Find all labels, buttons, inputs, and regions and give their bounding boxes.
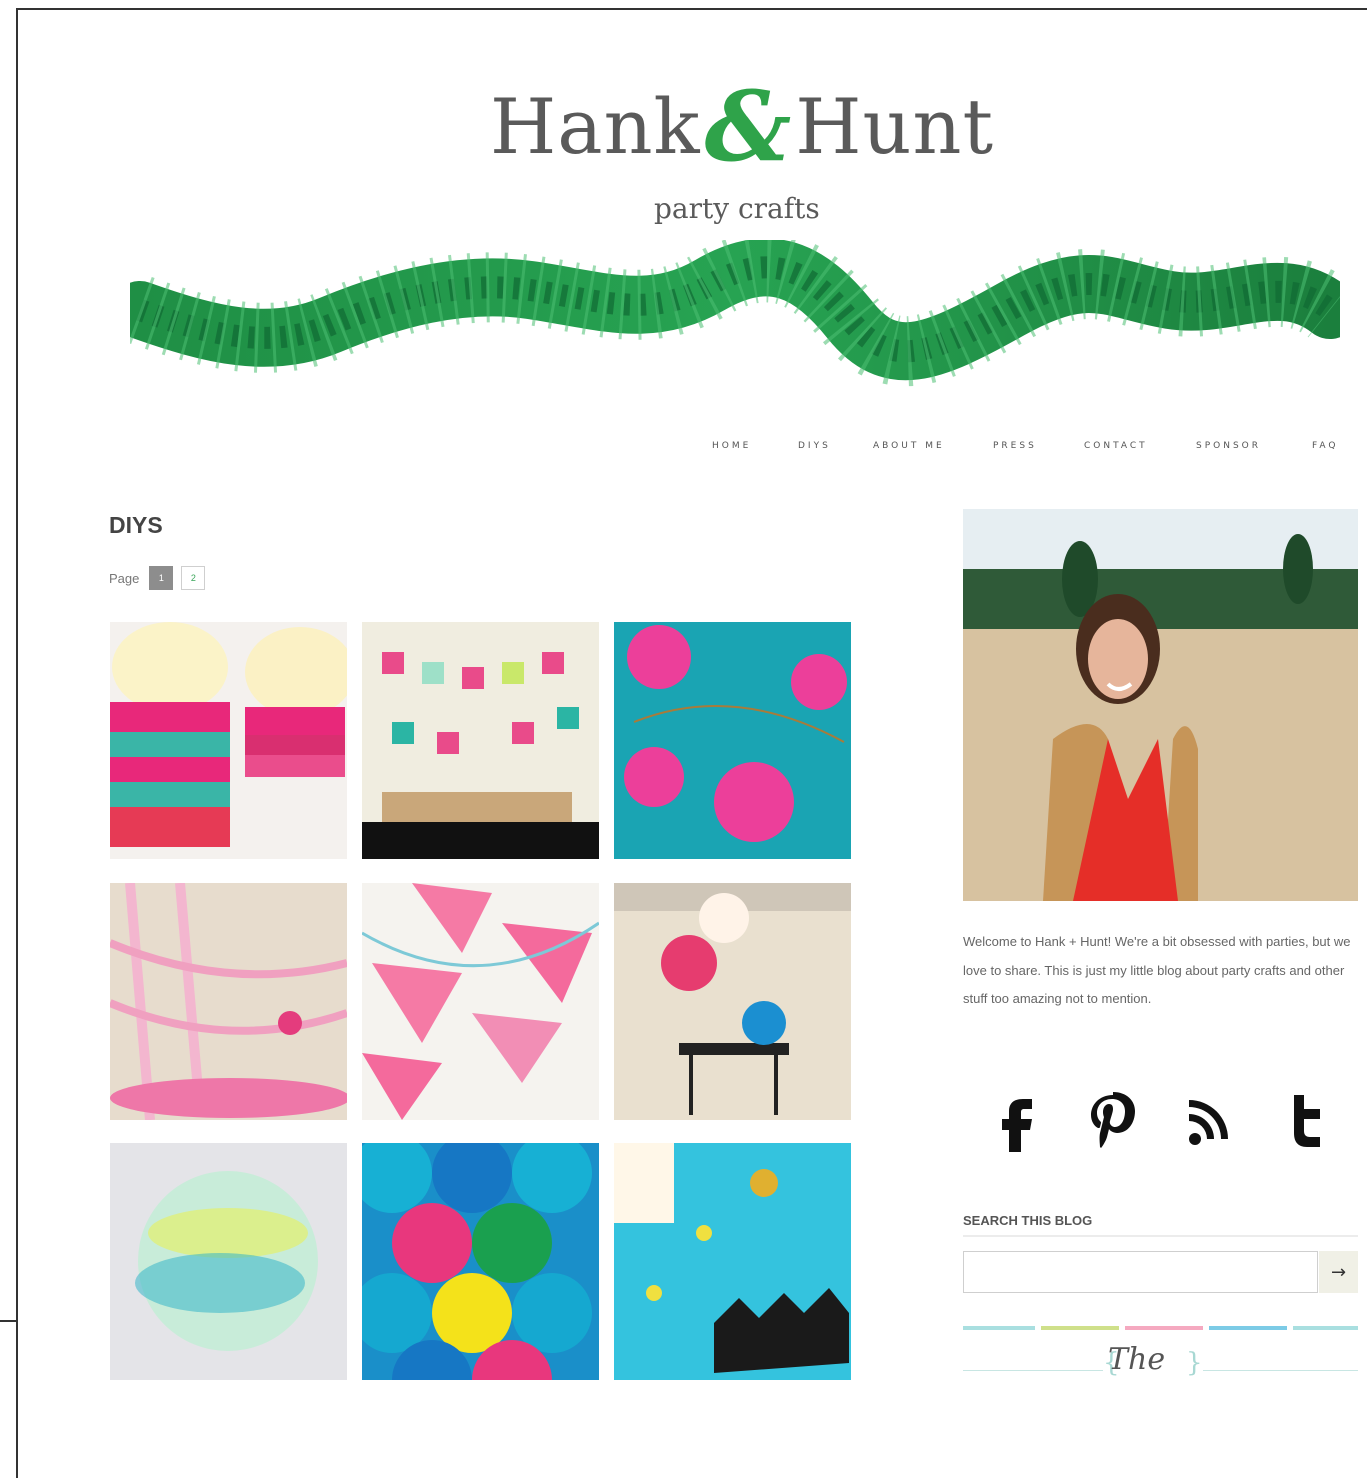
- nav-sponsor[interactable]: SPONSOR: [1196, 441, 1261, 451]
- search-divider: [963, 1235, 1358, 1237]
- logo-hunt: Hunt: [795, 82, 994, 171]
- tile-paper-flower-garland[interactable]: [614, 622, 851, 859]
- strip-segment: [1041, 1326, 1119, 1330]
- strip-segment: [1209, 1326, 1287, 1330]
- strip-segment: [963, 1326, 1035, 1330]
- badge-brace-right: }: [1186, 1348, 1203, 1378]
- page-title: DIYS: [109, 512, 163, 538]
- tile-balloon-party[interactable]: [614, 883, 851, 1120]
- pinterest-icon[interactable]: [1082, 1085, 1142, 1155]
- pager-page-1[interactable]: 1: [149, 566, 174, 590]
- nav-contact[interactable]: CONTACT: [1084, 441, 1148, 451]
- welcome-text: Welcome to Hank + Hunt! We're a bit obse…: [963, 934, 1351, 1006]
- header-garland-image: [111, 232, 1359, 390]
- badge-rule-left: [963, 1370, 1103, 1371]
- tile-paper-fan-wall[interactable]: [362, 1143, 599, 1380]
- tile-papel-picado-party[interactable]: [362, 622, 599, 859]
- tile-pink-streamer-decor[interactable]: [110, 883, 347, 1120]
- logo-ampersand: &: [704, 70, 792, 183]
- pager-page-2[interactable]: 2: [181, 566, 206, 590]
- tumblr-icon[interactable]: [1276, 1085, 1336, 1155]
- site-logo[interactable]: Hank & Hunt: [490, 70, 993, 183]
- pager-label: Page: [109, 570, 140, 586]
- tile-watercolor-lantern[interactable]: [110, 1143, 347, 1380]
- pagination: Page 1 2: [109, 566, 213, 590]
- tile-hunter-crown-party[interactable]: [614, 1143, 851, 1380]
- social-links: [990, 1085, 1350, 1155]
- tile-fringe-pinatas[interactable]: [110, 622, 347, 859]
- page-frame-top: [16, 8, 1367, 10]
- badge-rule-right: [1203, 1370, 1358, 1371]
- nav-faq[interactable]: FAQ: [1312, 441, 1338, 451]
- site-tagline: party crafts: [654, 192, 820, 225]
- search-submit-button[interactable]: →: [1319, 1251, 1358, 1293]
- rss-icon[interactable]: [1180, 1085, 1240, 1155]
- badge-title: The: [1108, 1342, 1166, 1377]
- page-frame-tick: [0, 1320, 18, 1322]
- search-widget-title: SEARCH THIS BLOG: [963, 1213, 1093, 1228]
- author-portrait: [963, 509, 1358, 901]
- decorative-color-strip: [963, 1326, 1358, 1330]
- nav-press[interactable]: PRESS: [993, 441, 1037, 451]
- strip-segment: [1125, 1326, 1203, 1330]
- facebook-icon[interactable]: [990, 1085, 1050, 1155]
- logo-hank: Hank: [490, 82, 701, 171]
- tile-floral-bunting[interactable]: [362, 883, 599, 1120]
- nav-diys[interactable]: DIYS: [798, 441, 831, 451]
- search-input[interactable]: [963, 1251, 1318, 1293]
- nav-home[interactable]: HOME: [712, 441, 751, 451]
- page-frame-left: [16, 8, 18, 1478]
- nav-about-me[interactable]: ABOUT ME: [873, 441, 945, 451]
- strip-segment: [1293, 1326, 1358, 1330]
- main-nav: HOME DIYS ABOUT ME PRESS CONTACT SPONSOR…: [708, 441, 1348, 457]
